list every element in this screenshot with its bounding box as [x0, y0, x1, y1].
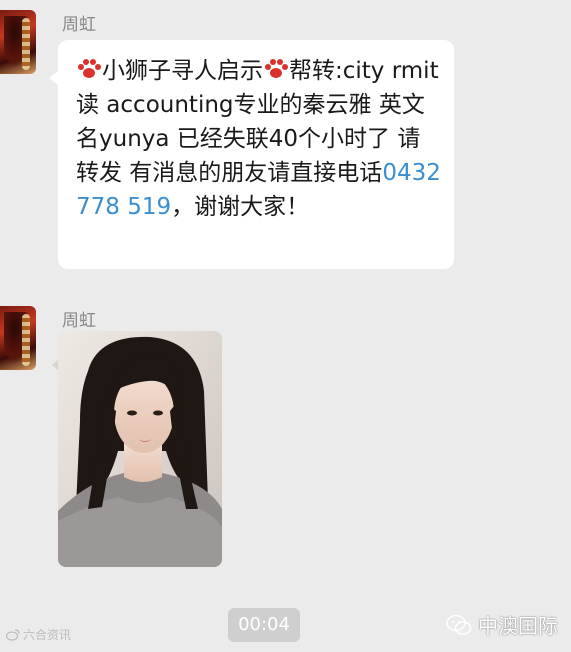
paw-print-icon — [263, 57, 289, 81]
watermark-left: 六合资讯 — [6, 626, 71, 643]
message-text-part-1: 小狮子寻人启示 — [102, 58, 263, 84]
watermark-left-text: 六合资讯 — [23, 628, 72, 642]
message-text-part-3: ，谢谢大家！ — [171, 194, 310, 220]
sender-avatar[interactable] — [0, 306, 36, 370]
watermark-right-text: 中澳国际 — [478, 614, 558, 638]
image-message[interactable] — [58, 331, 222, 567]
paw-print-icon — [76, 57, 102, 81]
message-text: 小狮子寻人启示 帮转:city rmit读 accounting专业的秦云雅 英文… — [76, 54, 442, 224]
watermark-right: 中澳国际 — [446, 610, 558, 639]
video-timestamp: 00:04 — [228, 608, 300, 642]
wechat-icon — [446, 614, 472, 635]
weibo-icon — [6, 628, 20, 641]
sender-name: 周虹 — [62, 311, 96, 331]
sender-avatar[interactable] — [0, 10, 36, 74]
photo-of-woman — [58, 331, 222, 567]
text-message-bubble[interactable]: 小狮子寻人启示 帮转:city rmit读 accounting专业的秦云雅 英文… — [49, 40, 454, 269]
sender-name: 周虹 — [62, 15, 96, 35]
